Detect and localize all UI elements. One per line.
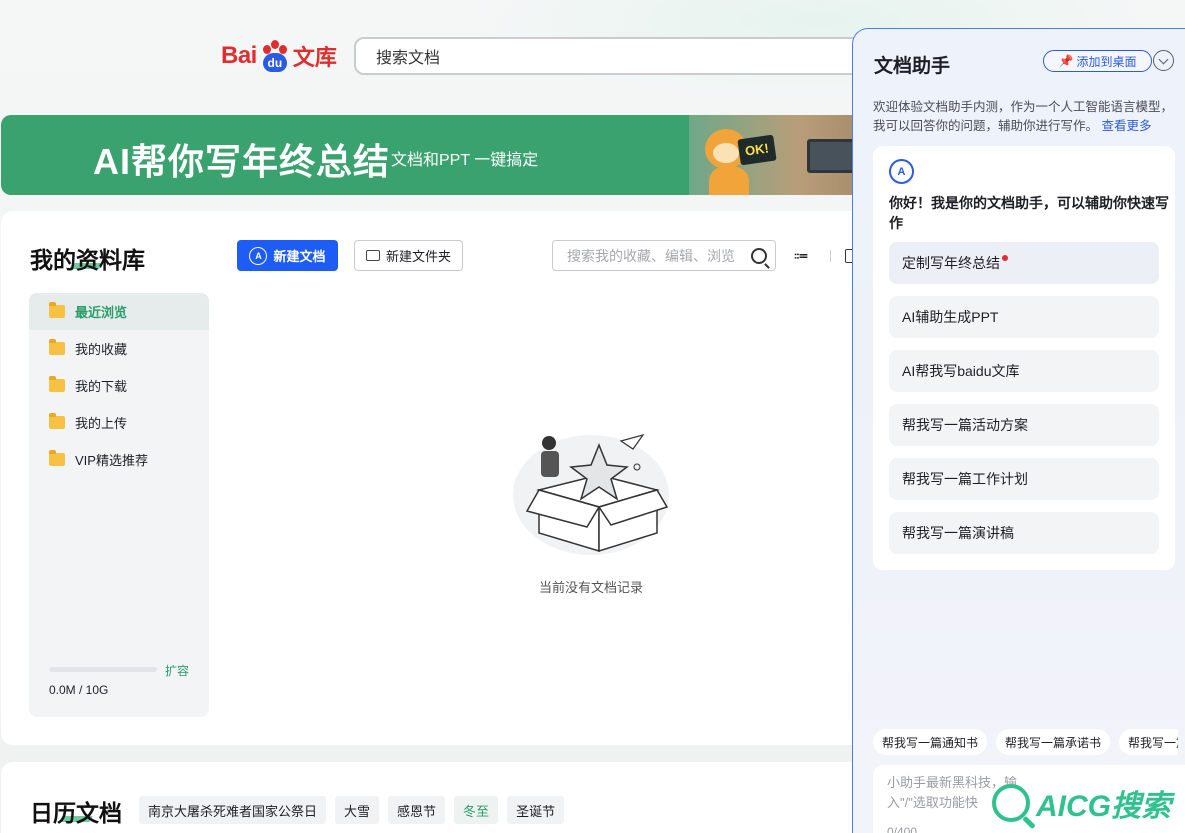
- view-more-link[interactable]: 查看更多: [1102, 119, 1152, 133]
- assistant-logo-icon: A: [889, 159, 914, 184]
- sidebar-item-label: 我的下载: [75, 379, 128, 394]
- new-folder-label: 新建文件夹: [385, 249, 451, 264]
- storage-quota-bar: [49, 667, 157, 672]
- banner-title: AI帮你写年终总结: [93, 141, 391, 182]
- mascot-face: [713, 143, 739, 163]
- aicg-watermark: AICG搜索: [992, 775, 1182, 831]
- folder-icon: [49, 302, 65, 318]
- expand-storage-link[interactable]: 扩容: [165, 662, 189, 679]
- baidu-wenku-logo[interactable]: Bai du 文库: [221, 38, 337, 74]
- library-search-placeholder: 搜索我的收藏、编辑、浏览: [567, 247, 735, 264]
- suggestion-label: AI帮我写baidu文库: [902, 363, 1020, 379]
- storage-quota-text: 0.0M / 10G: [49, 683, 109, 697]
- new-document-button[interactable]: A 新建文档: [237, 240, 338, 271]
- new-folder-button[interactable]: 新建文件夹: [354, 240, 463, 271]
- suggestion-label: 定制写年终总结: [902, 255, 1000, 271]
- filter-icon[interactable]: ⩴: [794, 247, 808, 265]
- logo-text-wenku: 文库: [292, 45, 337, 70]
- mascot-body: [709, 167, 749, 195]
- banner-subtitle: 文档和PPT 一键搞定: [391, 152, 539, 169]
- folder-outline-icon: [365, 250, 380, 261]
- empty-state-text: 当前没有文档记录: [539, 580, 644, 595]
- sidebar-item-uploads[interactable]: 我的上传: [29, 404, 209, 441]
- suggestion-label: 帮我写一篇演讲稿: [902, 525, 1014, 541]
- calendar-tags: 南京大屠杀死难者国家公祭日 大雪 感恩节 冬至 圣诞节: [139, 796, 565, 824]
- suggestion-label: AI辅助生成PPT: [902, 309, 999, 325]
- calendar-tag[interactable]: 感恩节: [388, 796, 446, 824]
- logo-text-bai: Bai: [221, 42, 257, 69]
- library-title: 我的资料库: [30, 247, 145, 273]
- promo-banner[interactable]: AI帮你写年终总结 文档和PPT 一键搞定 OK!: [1, 115, 871, 195]
- suggestion-ppt[interactable]: AI辅助生成PPT: [889, 296, 1159, 338]
- collapse-panel-button[interactable]: [1153, 50, 1174, 71]
- folder-icon: [49, 339, 65, 355]
- suggestion-speech[interactable]: 帮我写一篇演讲稿: [889, 512, 1159, 554]
- toolbar-divider: [830, 250, 831, 262]
- assistant-greeting: 你好！我是你的文档助手，可以辅助你快速写作: [889, 195, 1169, 231]
- add-to-desktop-button[interactable]: 📌 添加到桌面: [1043, 50, 1152, 72]
- suggestion-event-plan[interactable]: 帮我写一篇活动方案: [889, 404, 1159, 446]
- folder-icon: [49, 450, 65, 466]
- calendar-docs-card: 日历文档 南京大屠杀死难者国家公祭日 大雪 感恩节 冬至 圣诞节: [1, 762, 871, 833]
- pin-icon: 📌: [1058, 54, 1074, 68]
- assistant-suggestions-card: A 你好！我是你的文档助手，可以辅助你快速写作 定制写年终总结 AI辅助生成PP…: [873, 146, 1175, 570]
- banner-mascot-illustration: OK!: [689, 115, 871, 195]
- paw-icon: du: [258, 39, 292, 73]
- ok-board: OK!: [737, 134, 777, 166]
- search-icon[interactable]: [751, 248, 767, 264]
- main-search-input[interactable]: 搜索文档: [354, 37, 914, 75]
- ai-logo-icon: A: [249, 246, 268, 265]
- sidebar-item-label: 最近浏览: [75, 305, 128, 320]
- sidebar-item-favorites[interactable]: 我的收藏: [29, 330, 209, 367]
- suggestion-year-end-summary[interactable]: 定制写年终总结: [889, 242, 1159, 284]
- suggestion-label: 帮我写一篇工作计划: [902, 471, 1028, 487]
- assistant-title: 文档助手: [874, 56, 951, 77]
- quick-chip[interactable]: 帮我写一篇通知书: [873, 729, 988, 755]
- calendar-title: 日历文档: [30, 800, 122, 826]
- calendar-tag[interactable]: 大雪: [335, 796, 380, 824]
- assistant-intro: 欢迎体验文档助手内测，作为一个人工智能语言模型，我可以回答你的问题，辅助你进行写…: [873, 98, 1178, 136]
- char-counter: 0/400: [887, 825, 918, 833]
- library-search-input[interactable]: 搜索我的收藏、编辑、浏览: [552, 240, 776, 271]
- suggestion-wenku[interactable]: AI帮我写baidu文库: [889, 350, 1159, 392]
- quick-prompt-chips: 帮我写一篇通知书 帮我写一篇承诺书 帮我写一篇: [873, 729, 1178, 755]
- sidebar-item-recent[interactable]: 最近浏览: [29, 293, 209, 330]
- suggestion-label: 帮我写一篇活动方案: [902, 417, 1028, 433]
- calendar-tag[interactable]: 南京大屠杀死难者国家公祭日: [139, 796, 327, 824]
- my-library-card: 我的资料库 A 新建文档 新建文件夹 搜索我的收藏、编辑、浏览 ⩴ 最近浏览 我…: [1, 211, 871, 745]
- folder-icon: [49, 413, 65, 429]
- new-badge-dot: [1002, 255, 1008, 261]
- sidebar-item-label: 我的上传: [75, 416, 128, 431]
- watermark-text: AICG搜索: [1036, 790, 1171, 823]
- watermark-search-icon: [992, 784, 1030, 822]
- main-search-placeholder: 搜索文档: [376, 50, 441, 67]
- sidebar-item-vip[interactable]: VIP精选推荐: [29, 441, 209, 478]
- add-to-desktop-label: 添加到桌面: [1076, 54, 1137, 69]
- sidebar-item-label: VIP精选推荐: [75, 453, 148, 468]
- sidebar-item-downloads[interactable]: 我的下载: [29, 367, 209, 404]
- calendar-tag[interactable]: 圣诞节: [507, 796, 565, 824]
- document-assistant-panel: 文档助手 📌 添加到桌面 欢迎体验文档助手内测，作为一个人工智能语言模型，我可以…: [852, 28, 1185, 833]
- sidebar-item-label: 我的收藏: [75, 342, 128, 357]
- calendar-tag-active[interactable]: 冬至: [454, 796, 499, 824]
- new-document-label: 新建文档: [273, 249, 326, 264]
- empty-box-illustration: [513, 433, 669, 555]
- suggestion-work-plan[interactable]: 帮我写一篇工作计划: [889, 458, 1159, 500]
- logo-text-du: du: [262, 53, 287, 72]
- quick-chip[interactable]: 帮我写一篇承诺书: [996, 729, 1111, 755]
- library-sidebar: 最近浏览 我的收藏 我的下载 我的上传 VIP精选推荐 扩容 0.0M / 10…: [29, 293, 209, 717]
- quick-chip[interactable]: 帮我写一篇: [1119, 729, 1178, 755]
- folder-icon: [49, 376, 65, 392]
